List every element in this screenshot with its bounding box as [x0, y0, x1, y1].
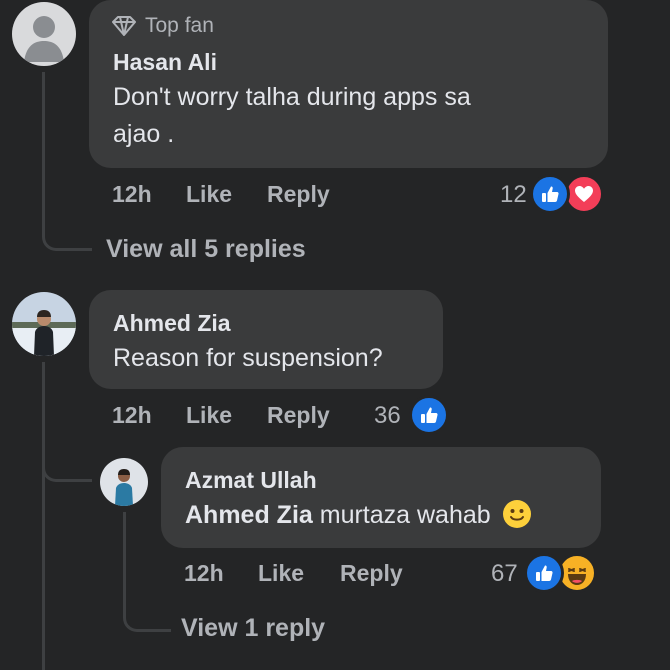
- like-button[interactable]: Like: [186, 402, 232, 429]
- love-icon[interactable]: [564, 174, 604, 214]
- avatar-ahmed-zia[interactable]: [12, 292, 76, 356]
- default-avatar-icon: [24, 16, 64, 62]
- comment-bubble: Top fan Hasan Ali Don't worry talha duri…: [89, 0, 608, 168]
- comment-text-line1: Don't worry talha during apps sa: [113, 83, 471, 111]
- like-icon[interactable]: [409, 395, 449, 435]
- like-button[interactable]: Like: [258, 560, 304, 587]
- comment-text: Reason for suspension?: [113, 344, 383, 372]
- like-icon[interactable]: [530, 174, 570, 214]
- comment-text-line2: ajao .: [113, 120, 175, 148]
- thread-connector-3: [123, 590, 171, 632]
- thread-connector-1: [42, 215, 92, 251]
- reply-bubble: Azmat Ullah Ahmed Zia murtaza wahab: [161, 447, 601, 548]
- thread-line-2: [42, 362, 45, 670]
- comment-author[interactable]: Ahmed Zia: [113, 310, 231, 337]
- reply-body: murtaza wahab: [319, 501, 491, 529]
- profile-photo-icon: [12, 292, 76, 356]
- avatar-hasan-ali[interactable]: [12, 2, 76, 66]
- view-replies-link[interactable]: View all 5 replies: [106, 235, 306, 264]
- top-fan-label: Top fan: [145, 14, 214, 37]
- thread-line-3: [123, 512, 126, 592]
- like-button[interactable]: Like: [186, 181, 232, 208]
- reply-button[interactable]: Reply: [267, 402, 330, 429]
- reply-button[interactable]: Reply: [340, 560, 403, 587]
- profile-photo-icon: [100, 458, 148, 506]
- view-replies-link[interactable]: View 1 reply: [181, 614, 325, 643]
- diamond-icon: [112, 16, 136, 36]
- reply-text: Ahmed Zia murtaza wahab: [185, 497, 532, 540]
- reaction-count[interactable]: 67: [491, 560, 518, 588]
- reaction-count[interactable]: 36: [374, 402, 401, 430]
- avatar-azmat-ullah[interactable]: [100, 458, 148, 506]
- like-icon[interactable]: [524, 553, 564, 593]
- comment-time[interactable]: 12h: [112, 402, 152, 429]
- thread-line-1: [42, 72, 45, 222]
- reply-author[interactable]: Azmat Ullah: [185, 467, 317, 494]
- comment-author[interactable]: Hasan Ali: [113, 49, 217, 76]
- comment-bubble: Ahmed Zia Reason for suspension?: [89, 290, 443, 389]
- comment-time[interactable]: 12h: [112, 181, 152, 208]
- smile-emoji-icon: [502, 499, 532, 540]
- reply-time[interactable]: 12h: [184, 560, 224, 587]
- top-fan-badge: Top fan: [111, 12, 214, 40]
- thread-connector-2: [42, 440, 92, 482]
- reply-button[interactable]: Reply: [267, 181, 330, 208]
- reaction-count[interactable]: 12: [500, 181, 527, 209]
- mention-link[interactable]: Ahmed Zia: [185, 501, 313, 529]
